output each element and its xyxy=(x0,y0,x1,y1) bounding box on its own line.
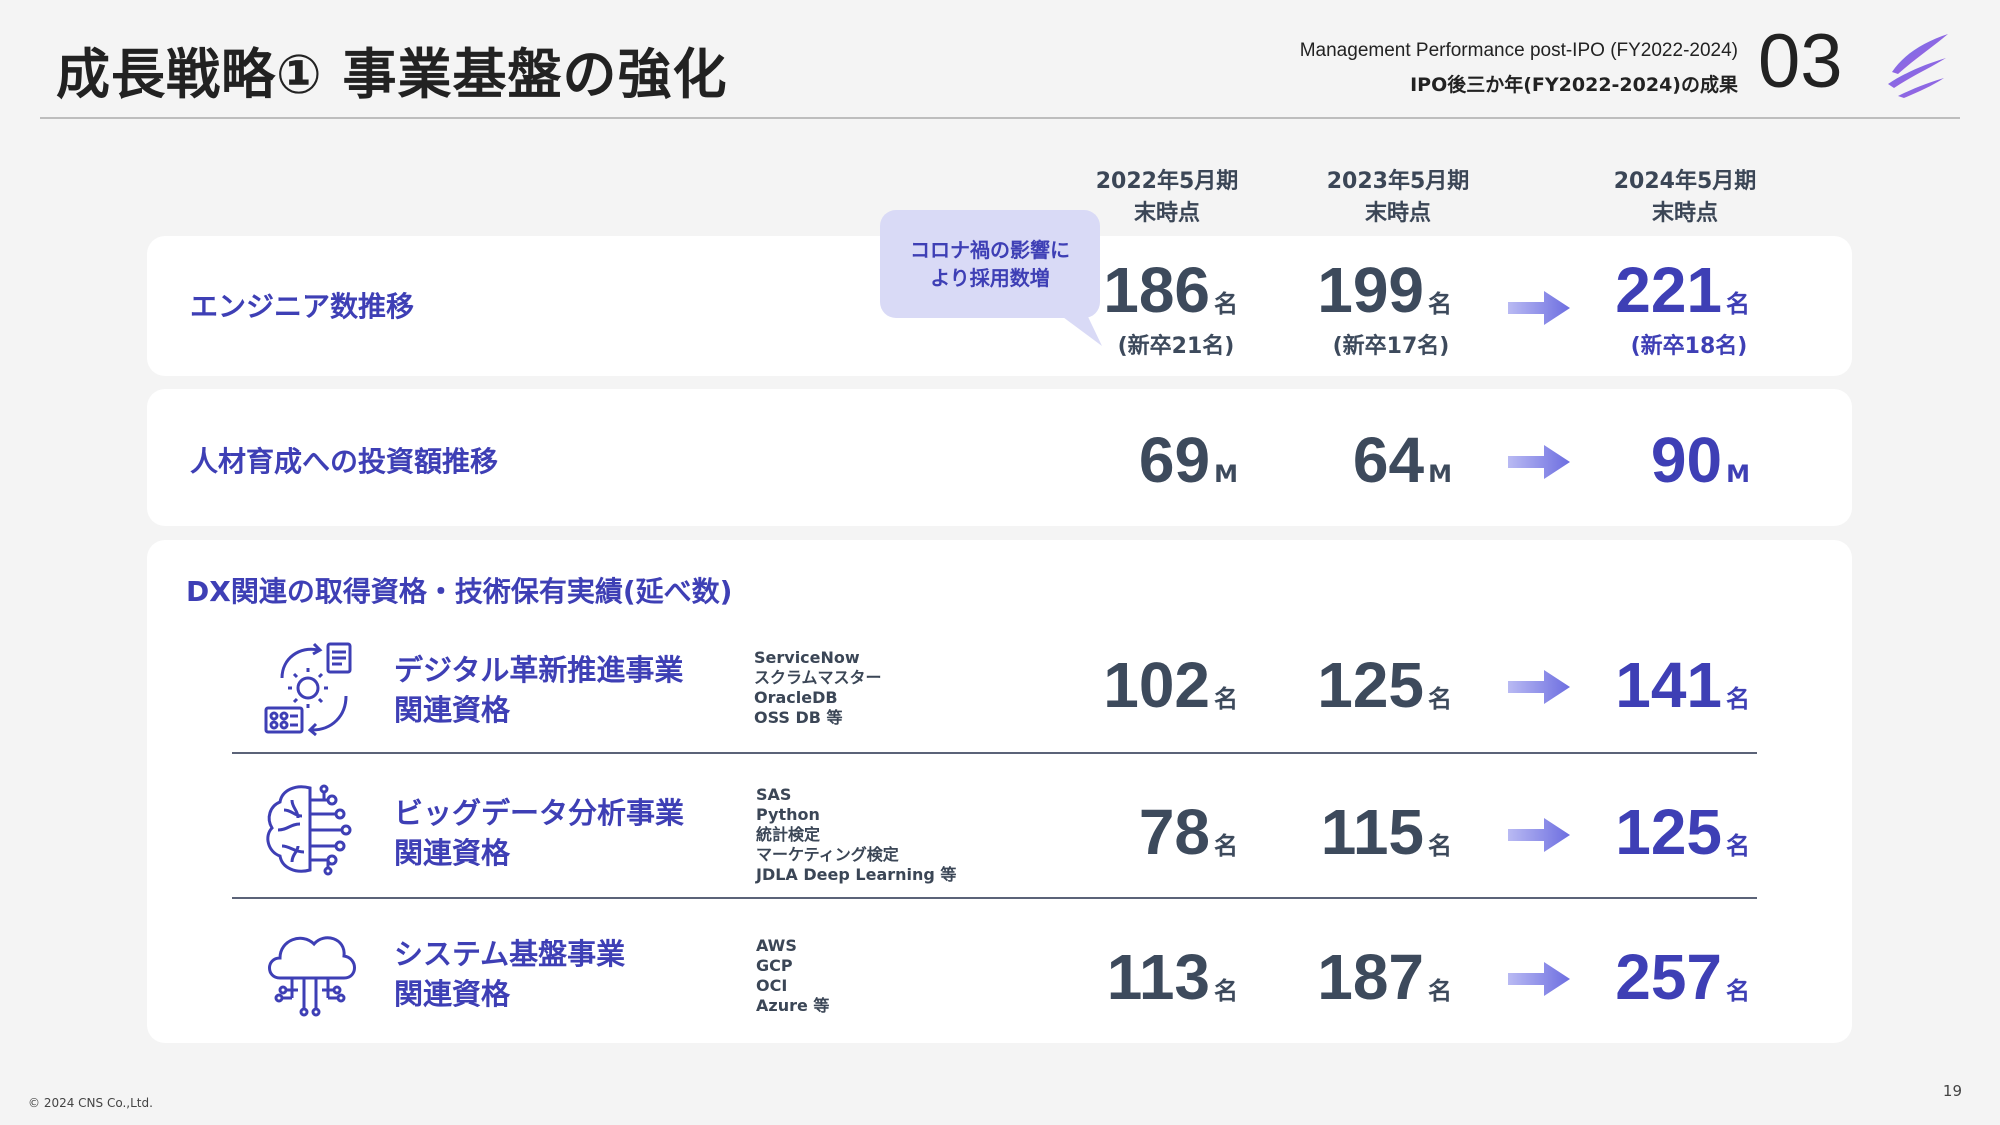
business-name: システム基盤事業 xyxy=(394,937,626,971)
column-point: 末時点 xyxy=(1651,201,1718,226)
callout-text: コロナ禍の影響に より採用数増 xyxy=(880,236,1100,292)
engineers-label: エンジニア数推移 xyxy=(190,290,415,323)
value-unit: 名 xyxy=(1428,685,1452,713)
investment-label: 人材育成への投資額推移 xyxy=(190,445,499,478)
callout-line: コロナ禍の影響に xyxy=(910,238,1070,262)
qualification-item: SAS xyxy=(756,785,792,804)
qualification-item: OracleDB xyxy=(754,688,838,707)
value-number: 115 xyxy=(1320,796,1424,868)
column-point: 末時点 xyxy=(1364,201,1431,226)
cert-row-1-quals: ServiceNow スクラムマスター OracleDB OSS DB 等 xyxy=(754,648,882,728)
arrow-right-icon xyxy=(1508,962,1570,996)
value-number: 64 xyxy=(1352,424,1425,496)
investment-2023-value: 64 M xyxy=(1212,428,1452,492)
qualification-item: GCP xyxy=(756,956,793,975)
value-unit: 名 xyxy=(1726,832,1750,860)
engineers-2023-value: 199 名 xyxy=(1212,258,1452,322)
qualification-item: ServiceNow xyxy=(754,648,860,667)
arrow-right-icon xyxy=(1508,291,1570,325)
column-year: 2023年5月期 xyxy=(1326,169,1470,194)
value-unit: M xyxy=(1726,460,1750,488)
value-number: 69 xyxy=(1138,424,1211,496)
cert-row-2-quals: SAS Python 統計検定 マーケティング検定 JDLA Deep Lear… xyxy=(756,785,956,885)
value-number: 78 xyxy=(1138,796,1210,868)
value-number: 102 xyxy=(1103,649,1210,721)
cert-row-3-quals: AWS GCP OCI Azure 等 xyxy=(756,936,829,1016)
business-name: ビッグデータ分析事業 xyxy=(394,796,685,830)
value-unit: 名 xyxy=(1428,832,1452,860)
value-number: 125 xyxy=(1615,796,1722,868)
arrow-right-icon xyxy=(1508,670,1570,704)
column-year: 2024年5月期 xyxy=(1613,169,1757,194)
business-subtitle: 関連資格 xyxy=(394,977,511,1011)
investment-2022-value: 69 M xyxy=(998,428,1238,492)
value-number: 186 xyxy=(1103,254,1210,326)
column-header-2023: 2023年5月期 末時点 xyxy=(1298,166,1498,230)
page-number: 19 xyxy=(1942,1082,1962,1100)
cert-row-3-2022-value: 113 名 xyxy=(998,945,1238,1009)
value-number: 199 xyxy=(1317,254,1424,326)
value-unit: 名 xyxy=(1428,977,1452,1005)
value-unit: 名 xyxy=(1726,290,1750,318)
certifications-title: DX関連の取得資格・技術保有実績(延べ数) xyxy=(186,575,733,608)
business-subtitle: 関連資格 xyxy=(394,836,511,870)
qualification-item: OSS DB 等 xyxy=(754,708,843,727)
header-subtitle-en: Management Performance post-IPO (FY2022-… xyxy=(1299,40,1738,61)
value-unit: 名 xyxy=(1726,685,1750,713)
value-number: 141 xyxy=(1615,649,1722,721)
brand-logo-icon xyxy=(1888,34,1948,98)
section-number: 03 xyxy=(1758,19,1843,104)
qualification-item: Python xyxy=(756,805,820,824)
page-title: 成長戦略① 事業基盤の強化 xyxy=(56,43,728,106)
business-name: デジタル革新推進事業 xyxy=(394,653,684,687)
header-subtitle-jp: IPO後三か年(FY2022-2024)の成果 xyxy=(1410,74,1738,96)
cert-row-1-2022-value: 102 名 xyxy=(998,653,1238,717)
value-unit: 名 xyxy=(1726,977,1750,1005)
qualification-item: マーケティング検定 xyxy=(756,845,899,864)
business-subtitle: 関連資格 xyxy=(394,693,511,727)
value-number: 187 xyxy=(1317,941,1424,1013)
qualification-item: スクラムマスター xyxy=(754,668,882,687)
cert-row-2-2023-value: 115 名 xyxy=(1212,800,1452,864)
engineers-2023-newgrad: (新卒17名) xyxy=(1332,334,1450,359)
engineers-2022-newgrad: (新卒21名) xyxy=(1117,334,1235,359)
cert-row-3-2023-value: 187 名 xyxy=(1212,945,1452,1009)
row-divider xyxy=(232,897,1757,899)
value-number: 113 xyxy=(1106,941,1210,1013)
qualification-item: AWS xyxy=(756,936,797,955)
qualification-item: Azure 等 xyxy=(756,996,830,1015)
value-unit: 名 xyxy=(1428,290,1452,318)
cloud-network-icon xyxy=(268,936,356,1017)
qualification-item: 統計検定 xyxy=(756,825,821,844)
brain-circuit-icon xyxy=(266,784,352,876)
cert-row-2-label: ビッグデータ分析事業 関連資格 xyxy=(394,793,684,873)
header-divider xyxy=(40,117,1960,119)
row-divider xyxy=(232,752,1757,754)
value-number: 125 xyxy=(1317,649,1424,721)
digital-transformation-icon xyxy=(264,642,352,737)
cert-row-1-label: デジタル革新推進事業 関連資格 xyxy=(394,650,683,730)
value-number: 257 xyxy=(1615,941,1722,1013)
value-unit: M xyxy=(1428,460,1452,488)
value-number: 90 xyxy=(1650,424,1723,496)
engineers-2024-newgrad: (新卒18名) xyxy=(1630,334,1748,359)
cert-row-1-2023-value: 125 名 xyxy=(1212,653,1452,717)
copyright: © 2024 CNS Co.,Ltd. xyxy=(28,1096,153,1110)
callout-tail xyxy=(1040,300,1102,346)
arrow-right-icon xyxy=(1508,445,1570,479)
qualification-item: JDLA Deep Learning 等 xyxy=(756,865,957,884)
qualification-item: OCI xyxy=(756,976,788,995)
cert-row-2-2022-value: 78 名 xyxy=(998,800,1238,864)
cert-row-3-label: システム基盤事業 関連資格 xyxy=(394,934,625,1014)
arrow-right-icon xyxy=(1508,818,1570,852)
callout-line: より採用数増 xyxy=(930,266,1050,290)
value-number: 221 xyxy=(1615,254,1722,326)
column-year: 2022年5月期 xyxy=(1095,169,1239,194)
column-header-2024: 2024年5月期 末時点 xyxy=(1585,166,1785,230)
